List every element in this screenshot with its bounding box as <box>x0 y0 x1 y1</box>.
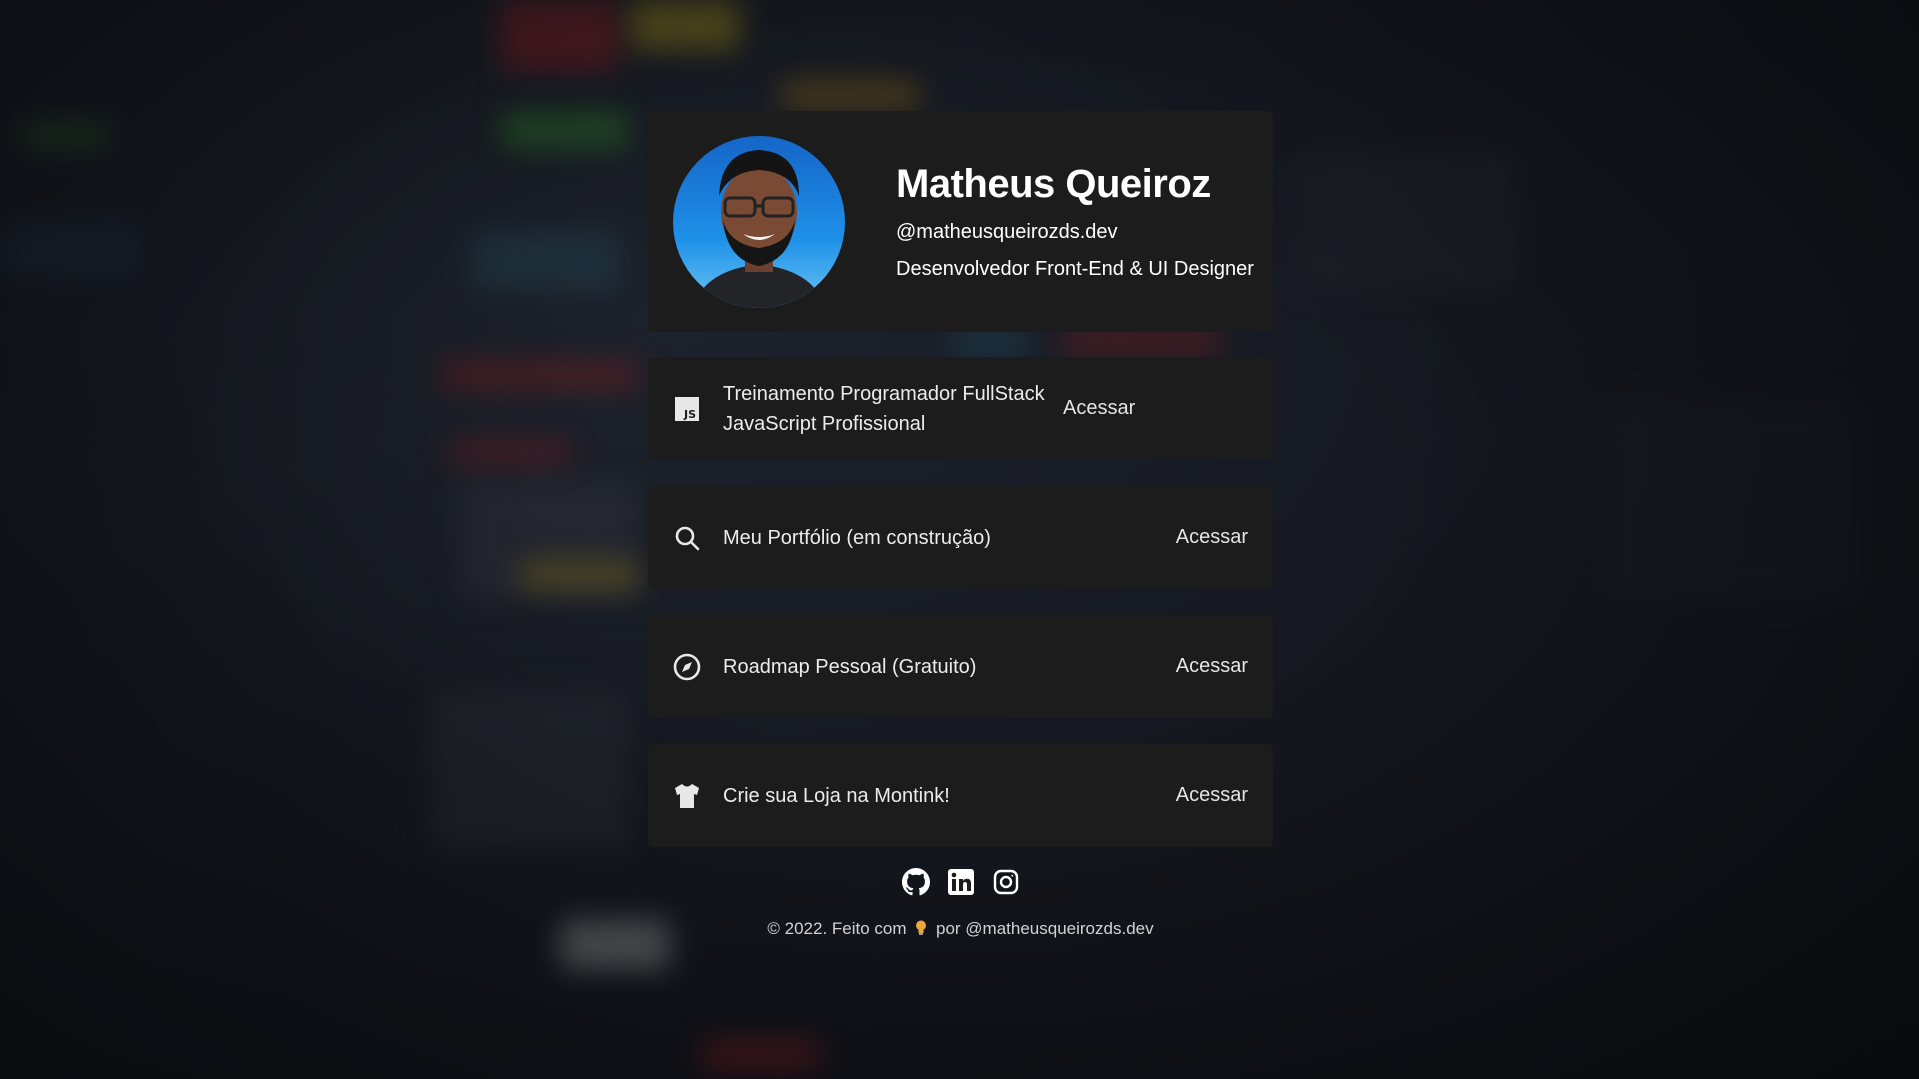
link-label: Meu Portfólio (em construção) <box>723 526 991 549</box>
link-card-montink[interactable]: Crie sua Loja na Montink! Acessar <box>648 744 1273 847</box>
search-icon <box>673 524 701 552</box>
profile-name: Matheus Queiroz <box>896 162 1211 206</box>
github-icon[interactable] <box>901 868 930 896</box>
js-icon: JS <box>673 395 701 423</box>
profile-card: Matheus Queiroz @matheusqueirozds.dev De… <box>648 111 1273 332</box>
link-label: Treinamento Programador FullStack JavaSc… <box>723 382 1045 435</box>
social-links <box>648 868 1273 896</box>
tshirt-icon <box>673 782 701 810</box>
footer-suffix: por @matheusqueirozds.dev <box>936 919 1154 938</box>
footer: © 2022. Feito com por @matheusqueirozds.… <box>648 919 1273 941</box>
svg-text:JS: JS <box>683 408 696 421</box>
lightbulb-icon <box>915 920 927 941</box>
link-tree: Matheus Queiroz @matheusqueirozds.dev De… <box>648 111 1273 941</box>
link-card-portfolio[interactable]: Meu Portfólio (em construção) Acessar <box>648 486 1273 589</box>
linkedin-icon[interactable] <box>947 868 975 896</box>
profile-info: Matheus Queiroz @matheusqueirozds.dev De… <box>896 162 1254 281</box>
avatar <box>673 135 845 308</box>
link-card-treinamento[interactable]: JS Treinamento Programador FullStack Jav… <box>648 357 1273 460</box>
link-label: Roadmap Pessoal (Gratuito) <box>723 655 977 678</box>
instagram-icon[interactable] <box>992 868 1020 896</box>
profile-role: Desenvolvedor Front-End & UI Designer <box>896 258 1254 280</box>
link-label: Crie sua Loja na Montink! <box>723 784 950 807</box>
access-button[interactable]: Acessar <box>1176 526 1248 549</box>
access-button[interactable]: Acessar <box>1176 784 1248 807</box>
profile-handle: @matheusqueirozds.dev <box>896 221 1118 243</box>
access-button[interactable]: Acessar <box>1063 397 1135 420</box>
access-button[interactable]: Acessar <box>1176 655 1248 678</box>
footer-prefix: © 2022. Feito com <box>767 919 907 938</box>
link-card-roadmap[interactable]: Roadmap Pessoal (Gratuito) Acessar <box>648 615 1273 718</box>
compass-icon <box>673 653 701 681</box>
